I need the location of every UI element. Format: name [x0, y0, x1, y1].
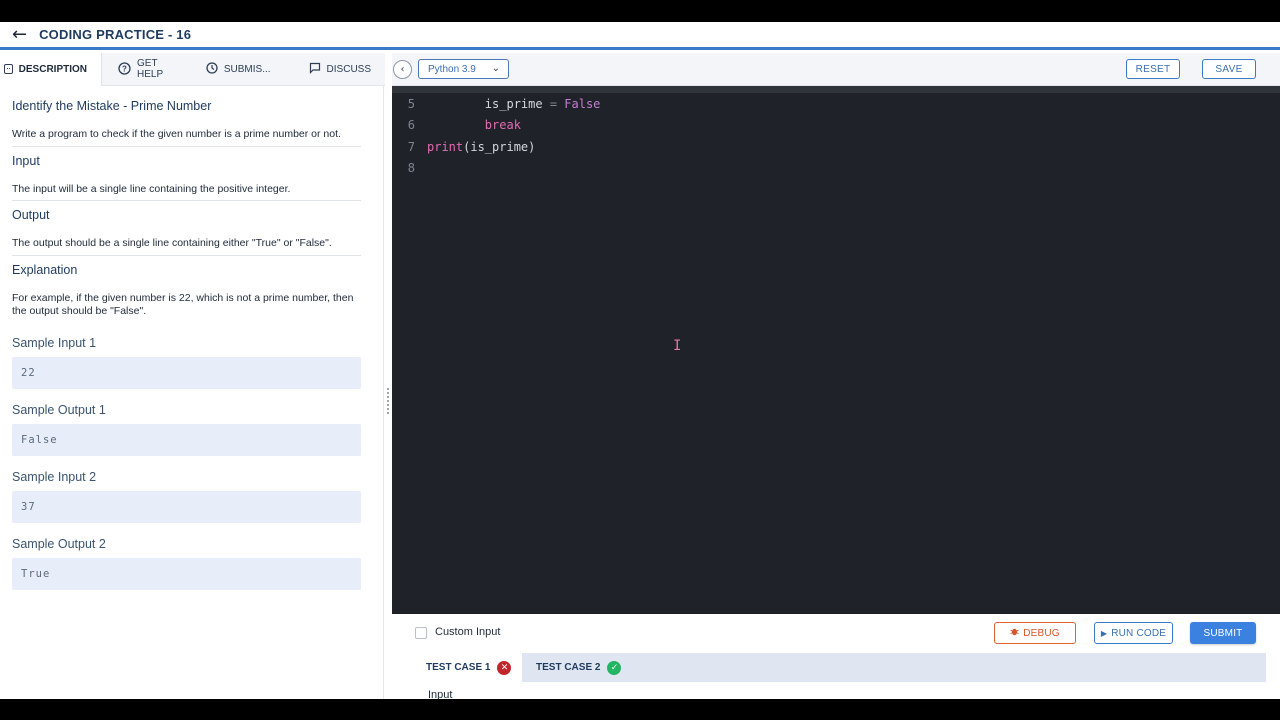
test-input-label: Input [428, 689, 453, 699]
test-case-tabs: TEST CASE 1 ✕ TEST CASE 2 ✓ [404, 653, 1266, 682]
code-editor[interactable]: 5 is_prime = False 6 break 7 print(is_pr… [392, 86, 1280, 614]
tab-description[interactable]: DESCRIPTION [0, 52, 102, 86]
tab-test-case-2[interactable]: TEST CASE 2 ✓ [514, 653, 622, 682]
line-number: 5 [407, 97, 415, 111]
code-line: 7 print(is_prime) [392, 137, 1280, 157]
tab-label: SUBMIS... [223, 63, 271, 75]
debug-button[interactable]: DEBUG [994, 622, 1076, 644]
keyboard-icon [4, 64, 13, 74]
bug-icon [1010, 627, 1019, 639]
input-text: The input will be a single line containi… [12, 182, 291, 195]
output-heading: Output [12, 208, 50, 222]
line-number: 8 [407, 161, 415, 175]
code-line: 6 break [392, 115, 1280, 135]
explanation-text: For example, if the given number is 22, … [12, 291, 354, 318]
sample-output-2-box: True [12, 557, 361, 590]
chevron-down-icon: ⌄ [491, 63, 500, 74]
tab-get-help[interactable]: ? GET HELP [102, 53, 192, 86]
sample-output-1-label: Sample Output 1 [12, 402, 106, 417]
code-text: is_prime = False [484, 97, 601, 111]
chevron-left-icon: ‹ [400, 64, 405, 75]
tab-label: DESCRIPTION [18, 63, 87, 75]
play-icon: ▶ [1100, 628, 1108, 638]
divider [12, 145, 361, 147]
debug-label: DEBUG [1023, 627, 1060, 639]
sample-input-2-box: 37 [12, 490, 361, 523]
input-heading: Input [12, 153, 40, 168]
test-case-label: TEST CASE 2 [536, 662, 601, 673]
tab-label: DISCUSS [326, 63, 371, 75]
problem-title: Identify the Mistake - Prime Number [12, 99, 212, 113]
code-text: print(is_prime) [427, 140, 536, 154]
chat-icon [309, 62, 321, 76]
tab-discuss[interactable]: DISCUSS [285, 53, 385, 86]
top-header: ← CODING PRACTICE - 16 [0, 22, 1280, 50]
text-cursor-icon: I [673, 338, 682, 354]
test-case-label: TEST CASE 1 [426, 662, 491, 673]
clock-icon [206, 62, 218, 76]
submit-button[interactable]: SUBMIT [1190, 622, 1256, 644]
problem-intro: Write a program to check if the given nu… [12, 128, 341, 140]
sample-input-1-label: Sample Input 1 [12, 335, 97, 350]
line-number: 7 [407, 140, 415, 154]
tab-submissions[interactable]: SUBMIS... [192, 53, 285, 86]
line-number: 6 [407, 118, 415, 132]
divider [12, 200, 361, 201]
collapse-panel-button[interactable]: ‹ [393, 60, 412, 79]
language-select[interactable]: Python 3.9 ⌄ [418, 59, 509, 79]
run-panel: Custom Input DEBUG ▶ RUN CODE SUBMIT TES… [392, 614, 1280, 699]
code-line: 8 [392, 158, 1280, 178]
editor-scroll-shadow [392, 86, 1280, 93]
custom-input-label: Custom Input [435, 626, 501, 638]
svg-text:?: ? [122, 64, 127, 73]
description-pane: Identify the Mistake - Prime Number Writ… [0, 86, 384, 699]
tab-test-case-1[interactable]: TEST CASE 1 ✕ [404, 653, 522, 682]
sample-input-1-box: 22 [12, 356, 361, 389]
run-code-button[interactable]: ▶ RUN CODE [1094, 622, 1173, 644]
resize-handle[interactable] [386, 387, 390, 415]
save-button[interactable]: SAVE [1202, 59, 1256, 79]
editor-toolbar: ‹ Python 3.9 ⌄ RESET SAVE [392, 53, 1280, 86]
fail-x-icon: ✕ [497, 660, 512, 675]
app-frame: ← CODING PRACTICE - 16 DESCRIPTION ? GET… [0, 22, 1280, 699]
code-text: break [484, 118, 521, 132]
code-line: 5 is_prime = False [392, 94, 1280, 114]
tab-label: GET HELP [137, 58, 164, 80]
pass-check-icon: ✓ [607, 660, 622, 675]
help-circle-icon: ? [118, 61, 131, 77]
sample-input-2-label: Sample Input 2 [12, 469, 97, 484]
divider [12, 254, 361, 256]
sample-output-1-box: False [12, 423, 361, 456]
arrow-left-icon[interactable]: ← [12, 25, 27, 44]
language-value: Python 3.9 [428, 63, 476, 75]
sample-output-2-label: Sample Output 2 [12, 536, 106, 551]
page-title: CODING PRACTICE - 16 [39, 27, 192, 42]
run-code-label: RUN CODE [1111, 627, 1167, 639]
explanation-heading: Explanation [12, 262, 78, 277]
custom-input-checkbox[interactable] [415, 627, 427, 639]
output-text: The output should be a single line conta… [12, 237, 332, 249]
reset-button[interactable]: RESET [1126, 59, 1180, 79]
description-tabs: DESCRIPTION ? GET HELP SUBMIS... DISCUSS [0, 52, 385, 86]
